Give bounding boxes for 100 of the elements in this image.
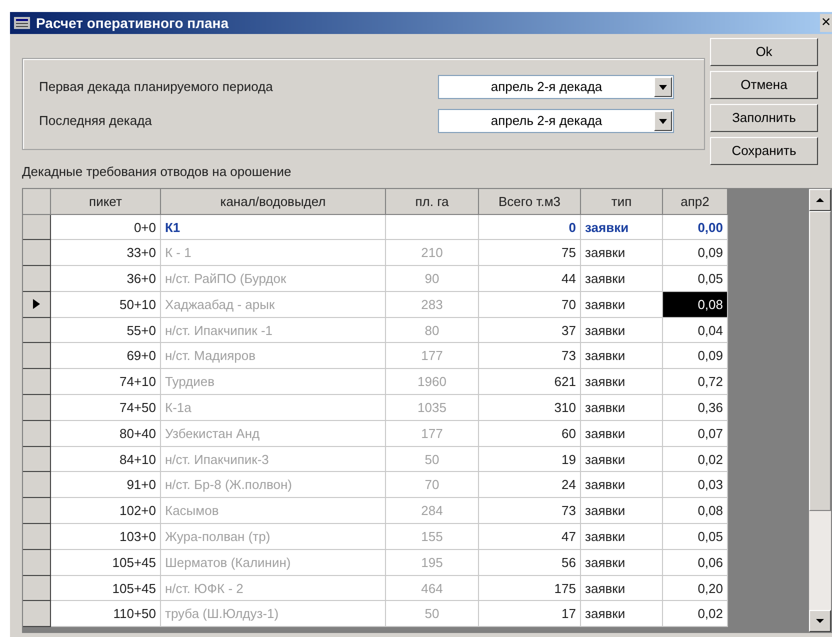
station-cell: 0+0: [51, 214, 161, 240]
column-header[interactable]: тип: [581, 188, 663, 214]
type-cell: заявки: [581, 369, 663, 396]
row-selector[interactable]: [23, 395, 51, 421]
vertical-scrollbar[interactable]: [809, 188, 831, 632]
column-header[interactable]: пикет: [51, 188, 161, 214]
volume-cell: 70: [479, 292, 581, 318]
value-cell: 0,03: [663, 472, 728, 498]
current-row-icon: [33, 299, 40, 310]
canal-cell: Шерматов (Калинин): [161, 550, 386, 576]
row-selector[interactable]: [23, 343, 51, 370]
type-cell: заявки: [581, 214, 663, 240]
station-cell: 102+0: [51, 498, 161, 524]
canal-cell: К1: [161, 214, 386, 240]
canal-cell: Турдиев: [161, 369, 386, 396]
dialog-button[interactable]: Заполнить: [710, 104, 818, 132]
value-cell: 0,36: [663, 395, 728, 421]
volume-cell: 56: [479, 550, 581, 576]
scroll-down-icon[interactable]: [816, 618, 824, 622]
type-cell: заявки: [581, 576, 663, 602]
dialog-button[interactable]: Сохранить: [710, 137, 818, 165]
station-cell: 80+40: [51, 420, 161, 447]
station-cell: 103+0: [51, 524, 161, 550]
canal-cell: К-1а: [161, 395, 386, 421]
last-decade-label: Последняя декада: [39, 112, 152, 130]
station-cell: 84+10: [51, 446, 161, 472]
canal-cell: Жура-полван (тр): [161, 524, 386, 550]
dialog-button[interactable]: Отмена: [710, 71, 818, 99]
type-cell: заявки: [581, 343, 663, 370]
station-cell: 105+45: [51, 576, 161, 602]
row-selector[interactable]: [23, 446, 51, 472]
value-cell: 0,07: [663, 420, 728, 447]
volume-cell: 19: [479, 446, 581, 472]
row-selector[interactable]: [23, 550, 51, 576]
row-selector[interactable]: [23, 601, 51, 628]
value-cell: 0,00: [663, 214, 728, 240]
value-cell: 0,04: [663, 318, 728, 344]
area-cell: 1960: [386, 369, 479, 396]
area-cell: 210: [386, 240, 479, 266]
app-icon: [14, 17, 30, 29]
area-cell: 195: [386, 550, 479, 576]
volume-cell: 621: [479, 369, 581, 396]
type-cell: заявки: [581, 524, 663, 550]
scroll-thumb[interactable]: [809, 210, 831, 510]
row-selector[interactable]: [23, 292, 51, 318]
station-cell: 110+50: [51, 601, 161, 628]
canal-cell: н/ст. Ипакчипик-3: [161, 446, 386, 472]
volume-cell: 73: [479, 498, 581, 524]
column-header[interactable]: канал/водовыдел: [161, 188, 386, 214]
close-button[interactable]: ×: [820, 14, 832, 32]
value-cell: 0,08: [663, 292, 728, 318]
volume-cell: 73: [479, 343, 581, 370]
row-selector[interactable]: [23, 318, 51, 344]
volume-cell: 17: [479, 601, 581, 628]
value-cell: 0,20: [663, 576, 728, 602]
area-cell: 177: [386, 420, 479, 447]
area-cell: 284: [386, 498, 479, 524]
type-cell: заявки: [581, 266, 663, 292]
column-header[interactable]: пл. га: [386, 188, 479, 214]
value-cell: 0,05: [663, 266, 728, 292]
type-cell: заявки: [581, 420, 663, 447]
row-selector[interactable]: [23, 369, 51, 396]
volume-cell: 175: [479, 576, 581, 602]
period-dropdown[interactable]: апрель 2-я декада: [438, 75, 674, 99]
area-cell: 177: [386, 343, 479, 370]
column-header[interactable]: Всего т.м3: [479, 188, 581, 214]
volume-cell: 44: [479, 266, 581, 292]
dropdown-arrow-icon: [659, 84, 667, 90]
area-cell: 283: [386, 292, 479, 318]
value-cell: 0,72: [663, 369, 728, 396]
first-decade-label: Первая декада планируемого периода: [39, 78, 273, 96]
row-selector[interactable]: [23, 214, 51, 240]
row-selector[interactable]: [23, 420, 51, 447]
canal-cell: н/ст. Бр-8 (Ж.полвон): [161, 472, 386, 498]
column-header[interactable]: апр2: [663, 188, 728, 214]
volume-cell: 310: [479, 395, 581, 421]
canal-cell: н/ст. РайПО (Бурдок: [161, 266, 386, 292]
type-cell: заявки: [581, 550, 663, 576]
canal-cell: Касымов: [161, 498, 386, 524]
row-selector[interactable]: [23, 266, 51, 292]
type-cell: заявки: [581, 240, 663, 266]
station-cell: 55+0: [51, 318, 161, 344]
value-cell: 0,09: [663, 343, 728, 370]
row-selector[interactable]: [23, 240, 51, 266]
canal-cell: Узбекистан Анд: [161, 420, 386, 447]
period-dropdown[interactable]: апрель 2-я декада: [438, 109, 674, 133]
row-selector[interactable]: [23, 576, 51, 602]
canal-cell: н/ст. Ипакчипик -1: [161, 318, 386, 344]
row-selector[interactable]: [23, 524, 51, 550]
area-cell: 70: [386, 472, 479, 498]
row-selector[interactable]: [23, 498, 51, 524]
dialog-button[interactable]: Ok: [710, 38, 818, 66]
scroll-up-icon[interactable]: [816, 198, 824, 202]
station-cell: 74+10: [51, 369, 161, 396]
row-selector[interactable]: [23, 472, 51, 498]
volume-cell: 60: [479, 420, 581, 447]
type-cell: заявки: [581, 318, 663, 344]
area-cell: 50: [386, 601, 479, 628]
volume-cell: 47: [479, 524, 581, 550]
station-cell: 74+50: [51, 395, 161, 421]
